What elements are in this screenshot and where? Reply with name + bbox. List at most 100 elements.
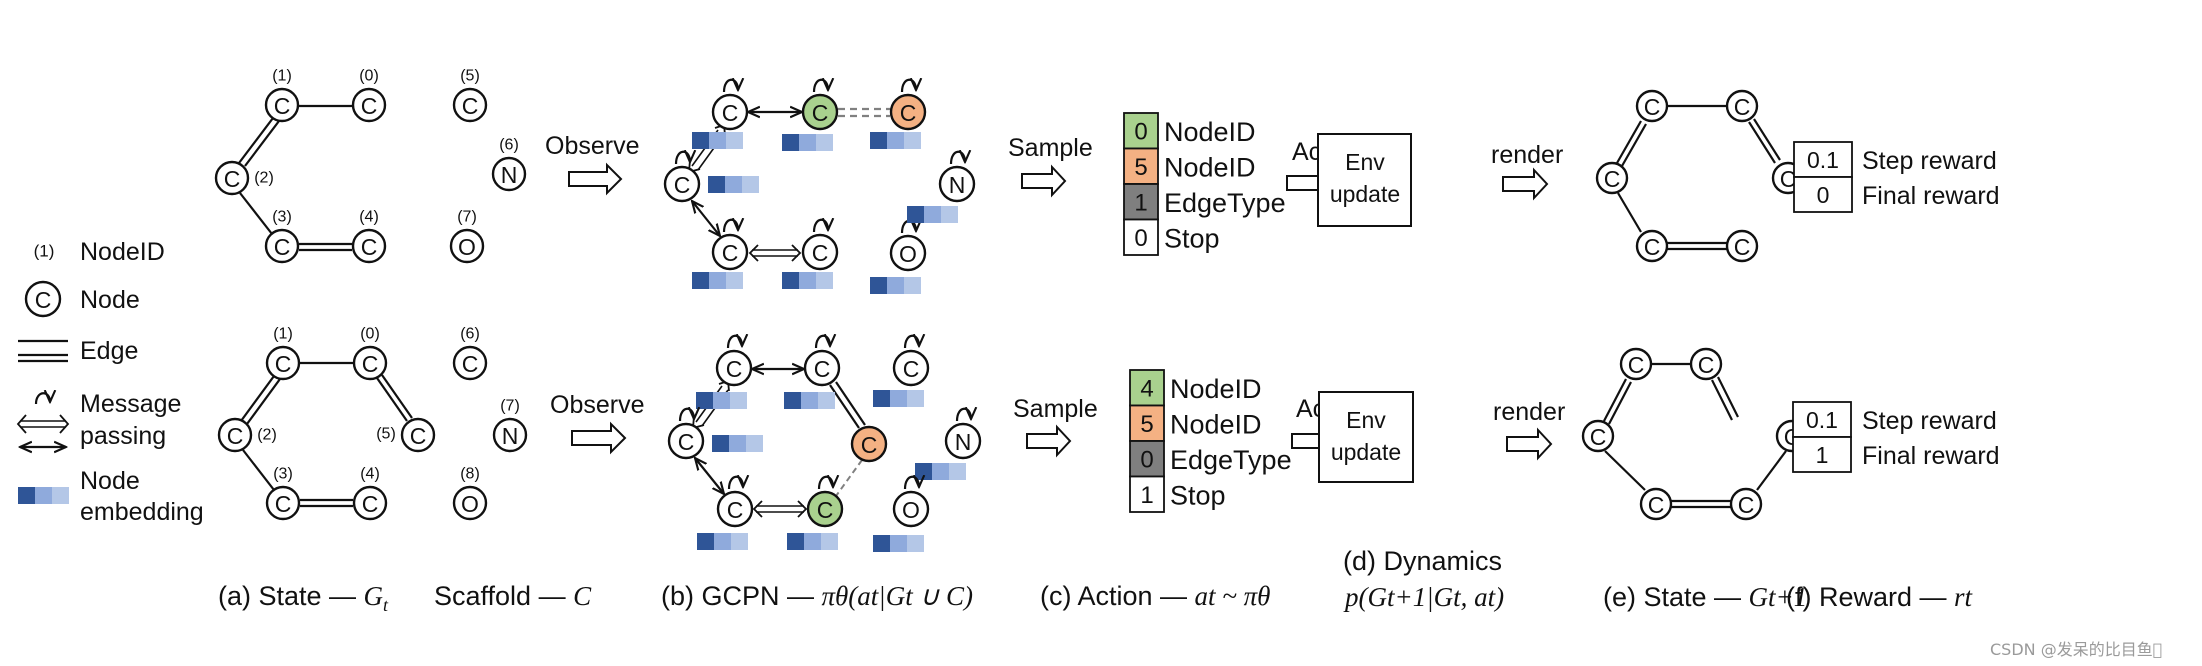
state-graph-top: C (1) C (0) C (2) C (3) C (4) C (5) N (6) O (7) bbox=[214, 68, 527, 264]
atom-node: N bbox=[492, 417, 528, 453]
atom-label: C bbox=[727, 497, 744, 523]
node-id-label: (2) bbox=[254, 170, 274, 187]
atom-node: N bbox=[491, 156, 527, 192]
sample-arrow-top: Sample bbox=[1008, 134, 1093, 198]
node-id-label: (8) bbox=[460, 466, 480, 483]
atom-label: C bbox=[861, 432, 878, 458]
atom-label: C bbox=[722, 240, 739, 266]
atom-node: C bbox=[1619, 347, 1653, 381]
atom-label: C bbox=[275, 351, 292, 377]
atom-node: C bbox=[400, 417, 436, 453]
sample-arrow-bottom: Sample bbox=[1013, 395, 1098, 458]
action-row: 0 EdgeType bbox=[1129, 440, 1292, 478]
atom-node: N bbox=[938, 165, 976, 203]
reward-table-top: 0.1 0 Step reward Final reward bbox=[1793, 141, 2000, 213]
node-id-label: (4) bbox=[360, 466, 380, 483]
env-update-box-bottom: Env update bbox=[1318, 391, 1414, 483]
atom-label: C bbox=[224, 166, 241, 192]
atom-node: C bbox=[217, 417, 253, 453]
action-field-label: NodeID bbox=[1170, 374, 1262, 404]
final-reward-label: Final reward bbox=[1862, 182, 2000, 210]
atom-node: C bbox=[663, 165, 701, 203]
legend-node-icon: C bbox=[24, 280, 62, 318]
selected-node-first: C bbox=[801, 93, 839, 131]
node-embedding bbox=[787, 533, 838, 550]
caption-d-title: (d) Dynamics bbox=[1343, 546, 1502, 576]
node-id-label: (7) bbox=[457, 209, 477, 226]
action-row: 0 Stop bbox=[1123, 218, 1220, 256]
atom-label: C bbox=[362, 491, 379, 517]
legend-node-label: Node bbox=[80, 286, 140, 314]
atom-label: C bbox=[1738, 492, 1755, 518]
self-loop-icon bbox=[674, 152, 690, 165]
node-id-label: (2) bbox=[257, 427, 277, 444]
node-id-label: (6) bbox=[460, 326, 480, 343]
atom-node: C bbox=[1725, 229, 1759, 263]
svg-text:C: C bbox=[35, 287, 52, 313]
caption-d-formula: p(Gt+1|Gt, at) bbox=[1343, 582, 1504, 612]
double-message-arrow bbox=[752, 500, 808, 518]
atom-label: C bbox=[1644, 94, 1661, 120]
atom-node: C bbox=[351, 228, 387, 264]
caption-b: (b) GCPN — πθ(at|Gt ∪ C) bbox=[661, 581, 973, 611]
atom-node: C bbox=[711, 93, 749, 131]
node-embedding bbox=[907, 206, 958, 223]
node-embedding bbox=[697, 533, 748, 550]
node-id-label: (5) bbox=[376, 426, 396, 443]
atom-node: C bbox=[711, 233, 749, 271]
action-value: 1 bbox=[1140, 482, 1153, 509]
sample-label-top: Sample bbox=[1008, 134, 1093, 162]
action-field-label: Stop bbox=[1164, 223, 1220, 253]
atom-label: C bbox=[1604, 166, 1621, 192]
atom-label: C bbox=[903, 356, 920, 382]
render-arrow-top: render bbox=[1491, 141, 1563, 201]
render-arrow-bottom: render bbox=[1493, 398, 1565, 461]
self-loop-icon bbox=[949, 152, 965, 165]
atom-node: O bbox=[449, 228, 485, 264]
env-line1: Env bbox=[1346, 407, 1386, 433]
gcpn-graph-top: C C C C C C O N bbox=[663, 80, 976, 294]
node-embedding bbox=[915, 463, 966, 480]
atom-label: C bbox=[812, 100, 829, 126]
observe-label-bottom: Observe bbox=[550, 391, 644, 419]
action-value: 5 bbox=[1140, 411, 1153, 438]
self-loop-icon bbox=[722, 220, 738, 233]
node-embedding bbox=[712, 435, 763, 452]
action-field-label: NodeID bbox=[1170, 409, 1262, 439]
node-id-label: (5) bbox=[460, 68, 480, 85]
atom-node: C bbox=[801, 233, 839, 271]
node-id-label: (1) bbox=[272, 68, 292, 85]
sample-label-bottom: Sample bbox=[1013, 395, 1098, 423]
node-embedding bbox=[696, 392, 747, 409]
atom-label: C bbox=[1734, 94, 1751, 120]
self-loop-icon bbox=[903, 336, 919, 349]
gcpn-graph-bottom: C C C C C N C C O bbox=[667, 336, 982, 552]
node-embedding bbox=[692, 272, 743, 289]
atom-label: C bbox=[227, 423, 244, 449]
node-embedding bbox=[873, 535, 924, 552]
node-embedding bbox=[873, 390, 924, 407]
node-embedding bbox=[708, 176, 759, 193]
action-row: 4 NodeID bbox=[1129, 369, 1262, 407]
atom-node: C bbox=[264, 228, 300, 264]
caption-e: (e) State — Gt+1 bbox=[1603, 582, 1807, 612]
atom-node: C bbox=[452, 345, 488, 381]
node-embedding bbox=[870, 277, 921, 294]
gcpn-diagram: (1) NodeID C Node Edge Message passing N… bbox=[16, 68, 2162, 659]
next-state-graph-top: C CC CC C bbox=[1595, 89, 1805, 263]
step-reward-label: Step reward bbox=[1862, 407, 1997, 435]
action-field-label: EdgeType bbox=[1170, 445, 1292, 475]
self-loop-icon bbox=[812, 220, 828, 233]
observe-arrow-top: Observe bbox=[545, 132, 639, 196]
self-loop-icon bbox=[678, 409, 694, 422]
legend-mp-label-2: passing bbox=[80, 422, 166, 450]
atom-label: C bbox=[726, 356, 743, 382]
action-value: 0 bbox=[1140, 446, 1153, 473]
legend-mp-label-1: Message bbox=[80, 390, 181, 418]
atom-node: C bbox=[1635, 229, 1669, 263]
double-message-arrow bbox=[748, 244, 802, 262]
atom-node: C bbox=[214, 160, 250, 196]
observe-arrow-bottom: Observe bbox=[550, 391, 644, 455]
atom-label: N bbox=[949, 172, 966, 198]
atom-node: C bbox=[892, 349, 930, 387]
